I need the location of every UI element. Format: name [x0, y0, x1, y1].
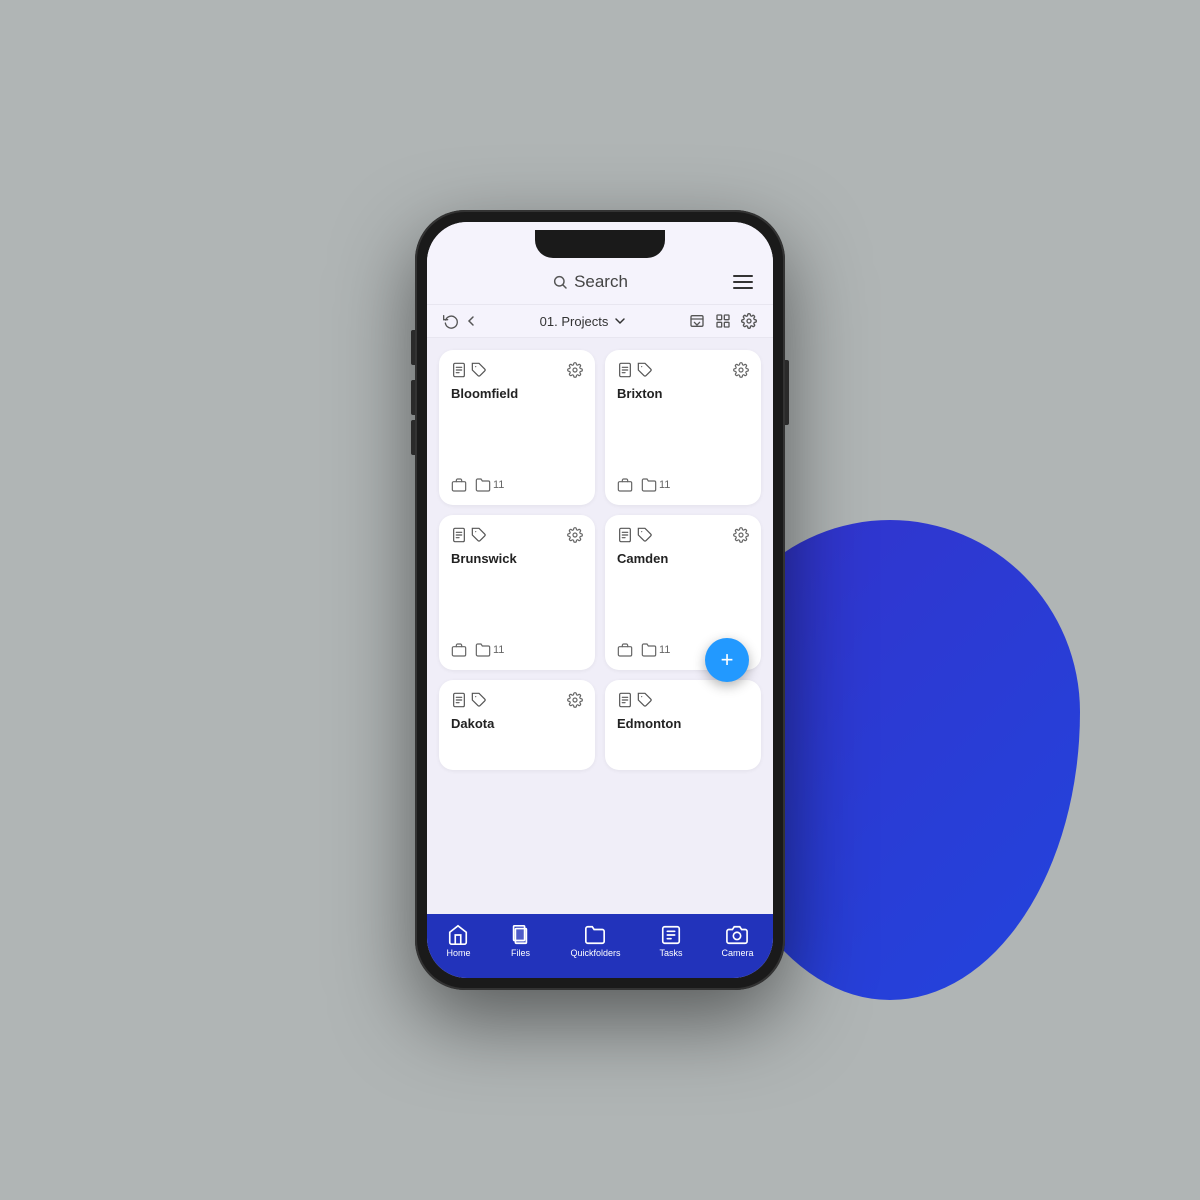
- search-label: Search: [574, 272, 628, 292]
- card-title: Dakota: [451, 716, 583, 731]
- card-header: [617, 692, 749, 708]
- project-card[interactable]: Brixton: [605, 350, 761, 505]
- card-footer: 11: [451, 477, 583, 493]
- search-bar[interactable]: Search: [447, 272, 733, 292]
- folder-icon: [475, 477, 491, 493]
- card-type-icons: [617, 692, 653, 708]
- folder-icon: [641, 642, 657, 658]
- nav-tasks[interactable]: Tasks: [659, 924, 682, 958]
- folder-icon: [641, 477, 657, 493]
- notch: [535, 230, 665, 258]
- briefcase-icon: [451, 642, 467, 658]
- download-button[interactable]: [689, 313, 705, 329]
- camera-icon: [726, 924, 748, 946]
- card-title: Brunswick: [451, 551, 583, 566]
- back-button[interactable]: [463, 313, 479, 329]
- grid-button[interactable]: [715, 313, 731, 329]
- toolbar-actions: [689, 313, 757, 329]
- folder-count: 11: [475, 642, 504, 658]
- card-header: [451, 362, 583, 378]
- toolbar: 01. Projects: [427, 305, 773, 338]
- folder-name: 01. Projects: [540, 314, 609, 329]
- card-settings-button[interactable]: [567, 362, 583, 378]
- nav-files[interactable]: Files: [509, 924, 531, 958]
- nav-home-label: Home: [446, 948, 470, 958]
- card-type-icons: [451, 527, 487, 543]
- folder-count: 11: [475, 477, 504, 493]
- card-header: [451, 692, 583, 708]
- home-icon: [447, 924, 469, 946]
- content-area: Bloomfield: [427, 338, 773, 914]
- document-icon: [451, 527, 467, 543]
- card-title: Brixton: [617, 386, 749, 401]
- card-settings-button[interactable]: [567, 527, 583, 543]
- tag-icon: [471, 527, 487, 543]
- folder-icon: [475, 642, 491, 658]
- card-type-icons: [451, 362, 487, 378]
- card-title: Camden: [617, 551, 749, 566]
- nav-home[interactable]: Home: [446, 924, 470, 958]
- card-settings-button[interactable]: [733, 362, 749, 378]
- projects-grid: Bloomfield: [439, 350, 761, 770]
- card-type-icons: [617, 527, 653, 543]
- document-icon: [617, 362, 633, 378]
- card-type-icons: [451, 692, 487, 708]
- plus-icon: +: [721, 649, 734, 671]
- briefcase-icon: [451, 477, 467, 493]
- toolbar-nav: [443, 313, 479, 329]
- tag-icon: [637, 692, 653, 708]
- phone-outer: Search: [415, 210, 785, 990]
- menu-button[interactable]: [733, 275, 753, 289]
- card-footer: 11: [617, 477, 749, 493]
- card-settings-button[interactable]: [567, 692, 583, 708]
- tag-icon: [471, 692, 487, 708]
- tag-icon: [637, 362, 653, 378]
- nav-quickfolders[interactable]: Quickfolders: [570, 924, 620, 958]
- briefcase-icon: [617, 477, 633, 493]
- card-title: Edmonton: [617, 716, 749, 731]
- phone-mockup: Search: [415, 210, 785, 990]
- settings-button[interactable]: [741, 313, 757, 329]
- tag-icon: [637, 527, 653, 543]
- project-card[interactable]: Dakota: [439, 680, 595, 770]
- card-header: [617, 527, 749, 543]
- card-settings-button[interactable]: [733, 527, 749, 543]
- phone-screen: Search: [427, 222, 773, 978]
- bottom-navigation: Home Files Quickfolders: [427, 914, 773, 978]
- document-icon: [451, 362, 467, 378]
- add-button[interactable]: +: [705, 638, 749, 682]
- nav-camera[interactable]: Camera: [721, 924, 753, 958]
- project-card[interactable]: Edmonton +: [605, 680, 761, 770]
- history-button[interactable]: [443, 313, 459, 329]
- project-card[interactable]: Bloomfield: [439, 350, 595, 505]
- document-icon: [617, 692, 633, 708]
- briefcase-icon: [617, 642, 633, 658]
- quickfolders-icon: [584, 924, 606, 946]
- nav-tasks-label: Tasks: [659, 948, 682, 958]
- search-icon: [552, 274, 568, 290]
- project-card[interactable]: Brunswick: [439, 515, 595, 670]
- document-icon: [451, 692, 467, 708]
- folder-count: 11: [641, 477, 670, 493]
- tag-icon: [471, 362, 487, 378]
- chevron-down-icon: [612, 313, 628, 329]
- card-title: Bloomfield: [451, 386, 583, 401]
- folder-count: 11: [641, 642, 670, 658]
- tasks-icon: [660, 924, 682, 946]
- card-header: [617, 362, 749, 378]
- document-icon: [617, 527, 633, 543]
- card-type-icons: [617, 362, 653, 378]
- card-footer: 11: [451, 642, 583, 658]
- nav-files-label: Files: [511, 948, 530, 958]
- nav-quickfolders-label: Quickfolders: [570, 948, 620, 958]
- folder-selector[interactable]: 01. Projects: [485, 313, 683, 329]
- files-icon: [509, 924, 531, 946]
- nav-camera-label: Camera: [721, 948, 753, 958]
- card-header: [451, 527, 583, 543]
